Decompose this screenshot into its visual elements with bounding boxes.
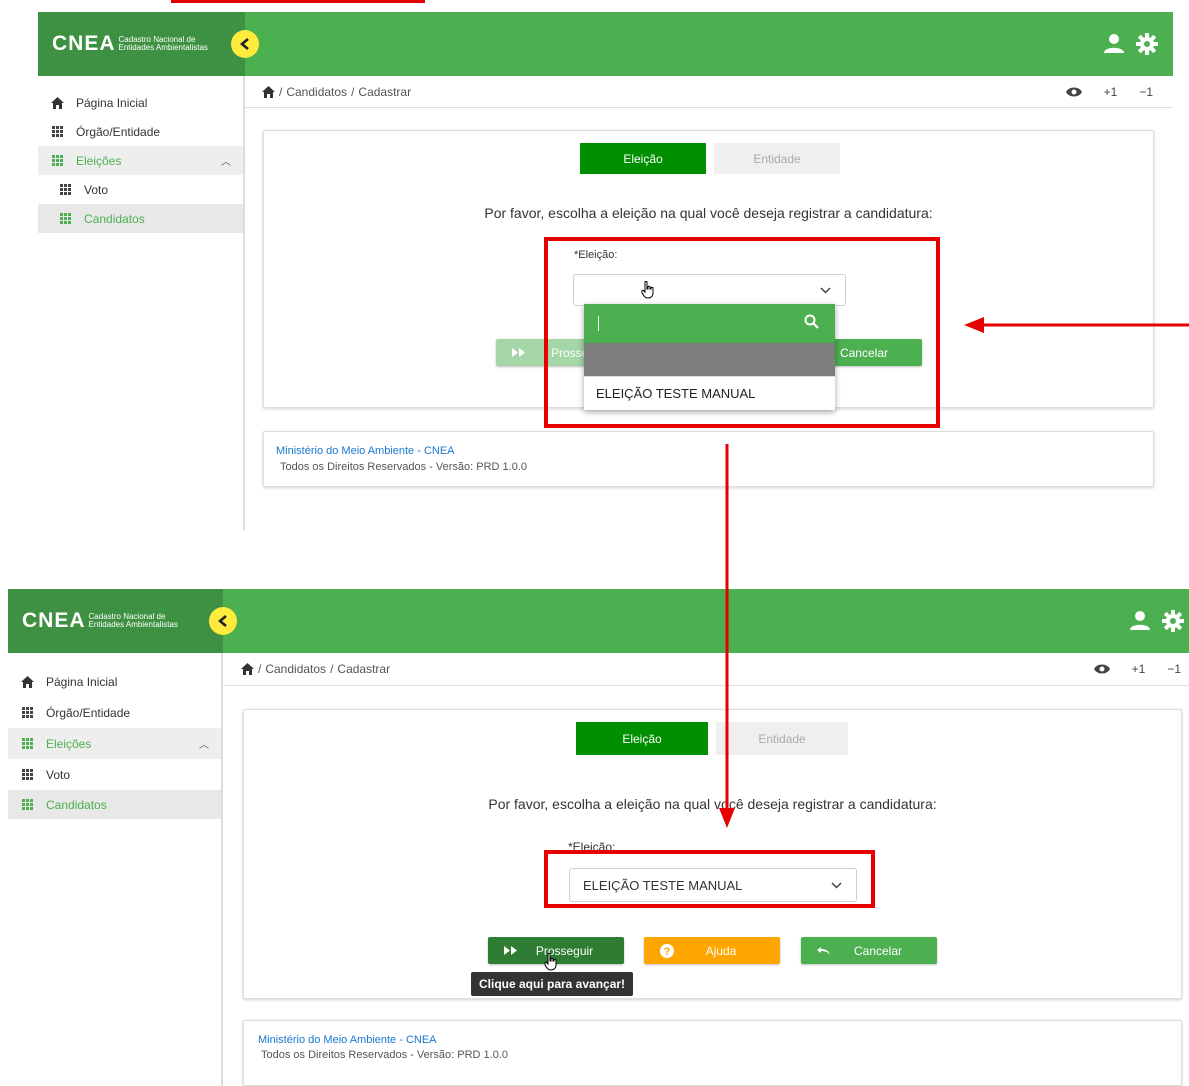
annotation-arrows: [719, 317, 1189, 828]
arrow-right-to-left: [964, 317, 1189, 333]
arrow-down: [719, 444, 735, 828]
